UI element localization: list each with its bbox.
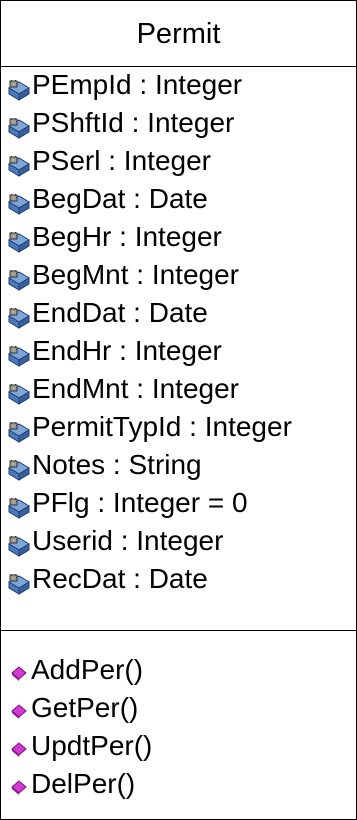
attribute-label: BegHr : Integer <box>32 221 222 252</box>
attribute-label: RecDat : Date <box>32 563 208 594</box>
public-operation-icon <box>11 659 29 681</box>
protected-attribute-icon <box>7 454 31 481</box>
attribute-row: RecDat : Date <box>1 560 356 598</box>
protected-attribute-icon <box>7 568 31 595</box>
protected-attribute-icon <box>7 492 31 519</box>
attribute-label: EndDat : Date <box>32 297 208 328</box>
operation-label: GetPer() <box>31 692 139 723</box>
attribute-row: EndDat : Date <box>1 294 356 332</box>
attribute-label: PermitTypId : Integer <box>32 411 292 442</box>
uml-class-box: Permit PEmpId : Integer PShftId : Integer… <box>0 0 357 820</box>
protected-attribute-icon <box>7 302 31 329</box>
attribute-row: Userid : Integer <box>1 522 356 560</box>
attribute-label: PFlg : Integer = 0 <box>32 487 248 518</box>
attribute-row: BegDat : Date <box>1 180 356 218</box>
attribute-label: Notes : String <box>32 449 202 480</box>
attribute-label: Userid : Integer <box>32 525 224 556</box>
public-operation-icon <box>11 773 29 795</box>
operation-row: UpdtPer() <box>1 727 356 765</box>
operation-label: UpdtPer() <box>31 730 153 761</box>
operation-row: GetPer() <box>1 689 356 727</box>
attribute-row: PermitTypId : Integer <box>1 408 356 446</box>
protected-attribute-icon <box>7 530 31 557</box>
operation-label: DelPer() <box>31 768 136 799</box>
attributes-compartment: PEmpId : Integer PShftId : Integer PSerl :… <box>1 66 356 631</box>
class-name: Permit <box>1 1 356 67</box>
attribute-row: EndHr : Integer <box>1 332 356 370</box>
attribute-label: EndHr : Integer <box>32 335 222 366</box>
protected-attribute-icon <box>7 74 31 101</box>
attribute-label: PSerl : Integer <box>32 145 211 176</box>
public-operation-icon <box>11 697 29 719</box>
attribute-label: BegMnt : Integer <box>32 259 240 290</box>
attribute-row: PShftId : Integer <box>1 104 356 142</box>
operation-label: AddPer() <box>31 654 144 685</box>
attribute-row: PSerl : Integer <box>1 142 356 180</box>
public-operation-icon <box>11 735 29 757</box>
protected-attribute-icon <box>7 226 31 253</box>
protected-attribute-icon <box>7 264 31 291</box>
attribute-row: BegHr : Integer <box>1 218 356 256</box>
protected-attribute-icon <box>7 150 31 177</box>
attribute-label: PEmpId : Integer <box>32 69 243 100</box>
attribute-label: BegDat : Date <box>32 183 208 214</box>
operation-row: AddPer() <box>1 651 356 689</box>
attribute-label: EndMnt : Integer <box>32 373 240 404</box>
protected-attribute-icon <box>7 340 31 367</box>
attribute-row: PFlg : Integer = 0 <box>1 484 356 522</box>
protected-attribute-icon <box>7 188 31 215</box>
attribute-row: PEmpId : Integer <box>1 66 356 104</box>
attribute-row: Notes : String <box>1 446 356 484</box>
protected-attribute-icon <box>7 416 31 443</box>
protected-attribute-icon <box>7 112 31 139</box>
operation-row: DelPer() <box>1 765 356 803</box>
attribute-row: EndMnt : Integer <box>1 370 356 408</box>
attribute-row: BegMnt : Integer <box>1 256 356 294</box>
operations-compartment: AddPer() GetPer() UpdtPer() DelPer() <box>1 631 356 803</box>
protected-attribute-icon <box>7 378 31 405</box>
attribute-label: PShftId : Integer <box>32 107 235 138</box>
